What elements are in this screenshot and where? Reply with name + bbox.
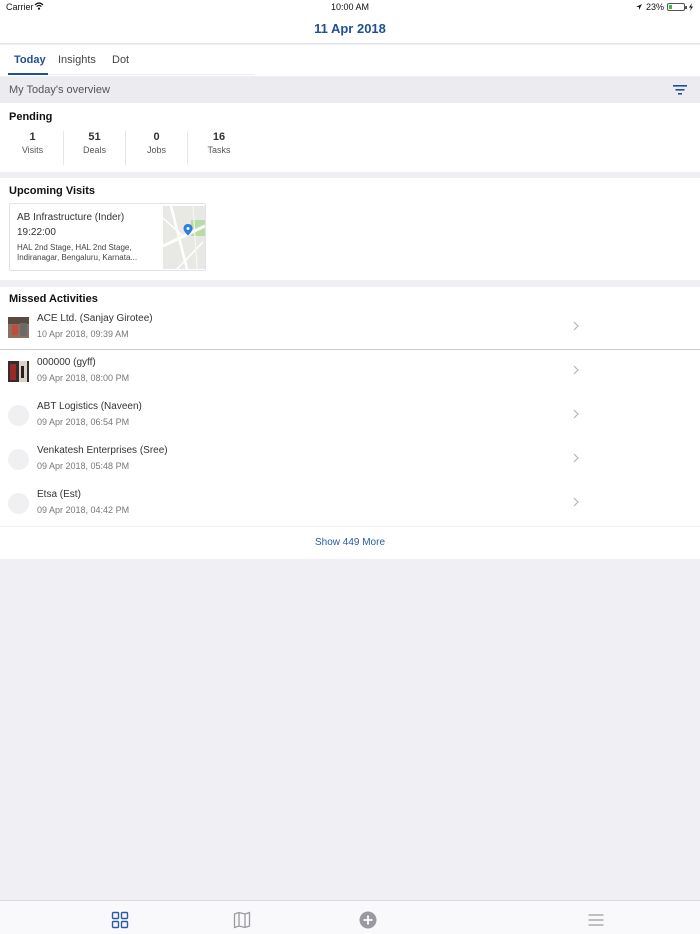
activity-date: 09 Apr 2018, 08:00 PM xyxy=(37,373,130,383)
list-item[interactable]: Venkatesh Enterprises (Sree) 09 Apr 2018… xyxy=(0,437,700,481)
page-title[interactable]: 11 Apr 2018 xyxy=(0,21,700,36)
stat-value: 1 xyxy=(29,131,36,143)
avatar xyxy=(8,449,29,470)
activity-name: ABT Logistics (Naveen) xyxy=(37,401,142,412)
tab-dot[interactable]: Dot xyxy=(112,54,129,66)
list-item[interactable]: 000000 (gyff) 09 Apr 2018, 08:00 PM xyxy=(0,349,700,393)
pending-section: Pending 1 Visits 51 Deals 0 Jobs 16 Task… xyxy=(0,103,700,172)
visit-address: HAL 2nd Stage, HAL 2nd Stage, Indiranaga… xyxy=(17,243,159,263)
tab-today[interactable]: Today xyxy=(14,54,46,66)
stat-label: Deals xyxy=(82,145,106,155)
map-thumbnail xyxy=(163,206,205,269)
location-arrow-icon xyxy=(635,4,642,10)
status-bar: Carrier 10:00 AM 23% xyxy=(0,0,700,14)
activity-name: Venkatesh Enterprises (Sree) xyxy=(37,445,168,456)
stat-deals[interactable]: 51 Deals xyxy=(64,131,126,165)
avatar xyxy=(8,405,29,426)
activity-name: Etsa (Est) xyxy=(37,489,81,500)
visit-address-line1: HAL 2nd Stage, HAL 2nd Stage, xyxy=(17,243,132,252)
dashboard-icon[interactable] xyxy=(111,911,129,929)
pending-title: Pending xyxy=(9,111,53,123)
charging-icon xyxy=(689,3,693,11)
clock: 10:00 AM xyxy=(330,2,370,12)
visit-time: 19:22:00 xyxy=(17,227,56,238)
activity-date: 09 Apr 2018, 04:42 PM xyxy=(37,505,130,515)
stat-value: 0 xyxy=(153,131,160,143)
chevron-right-icon xyxy=(573,453,579,463)
list-item[interactable]: ABT Logistics (Naveen) 09 Apr 2018, 06:5… xyxy=(0,393,700,437)
battery-icon xyxy=(667,3,687,11)
stat-visits[interactable]: 1 Visits xyxy=(2,131,64,165)
activity-name: 000000 (gyff) xyxy=(37,357,96,368)
missed-activities-title: Missed Activities xyxy=(9,293,98,305)
tab-bar: Today Insights Dot xyxy=(0,45,700,76)
battery-fill xyxy=(669,5,673,9)
activity-date: 09 Apr 2018, 06:54 PM xyxy=(37,417,130,427)
visit-address-line2: Indiranagar, Bengaluru, Karnata... xyxy=(17,253,138,262)
battery-percent: 23% xyxy=(645,2,664,12)
upcoming-visits-title: Upcoming Visits xyxy=(9,185,95,197)
list-item[interactable]: Etsa (Est) 09 Apr 2018, 04:42 PM xyxy=(0,481,700,525)
bottom-tab-bar xyxy=(0,900,700,934)
chevron-right-icon xyxy=(573,365,579,375)
tab-insights[interactable]: Insights xyxy=(58,54,96,66)
avatar xyxy=(8,493,29,514)
stat-value: 51 xyxy=(88,131,101,143)
stat-label: Tasks xyxy=(207,145,231,155)
activity-date: 10 Apr 2018, 09:39 AM xyxy=(37,329,129,339)
stat-jobs[interactable]: 0 Jobs xyxy=(126,131,188,165)
menu-icon[interactable] xyxy=(587,911,605,929)
avatar xyxy=(8,317,29,338)
add-icon[interactable] xyxy=(359,911,377,929)
visit-card[interactable]: AB Infrastructure (Inder) 19:22:00 HAL 2… xyxy=(9,203,206,271)
overview-label: My Today's overview xyxy=(9,84,110,96)
map-icon[interactable] xyxy=(233,911,251,929)
tab-divider xyxy=(48,74,255,75)
chevron-right-icon xyxy=(573,497,579,507)
chevron-right-icon xyxy=(573,409,579,419)
stat-tasks[interactable]: 16 Tasks xyxy=(188,131,250,165)
show-more-link[interactable]: Show 449 More xyxy=(0,527,700,559)
active-tab-indicator xyxy=(8,73,48,75)
chevron-right-icon xyxy=(573,321,579,331)
activity-name: ACE Ltd. (Sanjay Girotee) xyxy=(37,313,153,324)
upcoming-visits-section: Upcoming Visits AB Infrastructure (Inder… xyxy=(0,178,700,280)
filter-icon[interactable] xyxy=(672,83,688,97)
activity-date: 09 Apr 2018, 05:48 PM xyxy=(37,461,130,471)
status-right: 23% xyxy=(635,2,694,12)
list-item[interactable]: ACE Ltd. (Sanjay Girotee) 10 Apr 2018, 0… xyxy=(0,305,700,349)
avatar xyxy=(8,361,29,382)
nav-header: 11 Apr 2018 xyxy=(0,14,700,44)
stat-label: Jobs xyxy=(146,145,166,155)
stat-value: 16 xyxy=(212,131,226,143)
stat-label: Visits xyxy=(21,145,44,155)
missed-activities-section: Missed Activities ACE Ltd. (Sanjay Girot… xyxy=(0,287,700,559)
overview-bar: My Today's overview xyxy=(0,77,700,103)
visit-name: AB Infrastructure (Inder) xyxy=(17,212,125,223)
